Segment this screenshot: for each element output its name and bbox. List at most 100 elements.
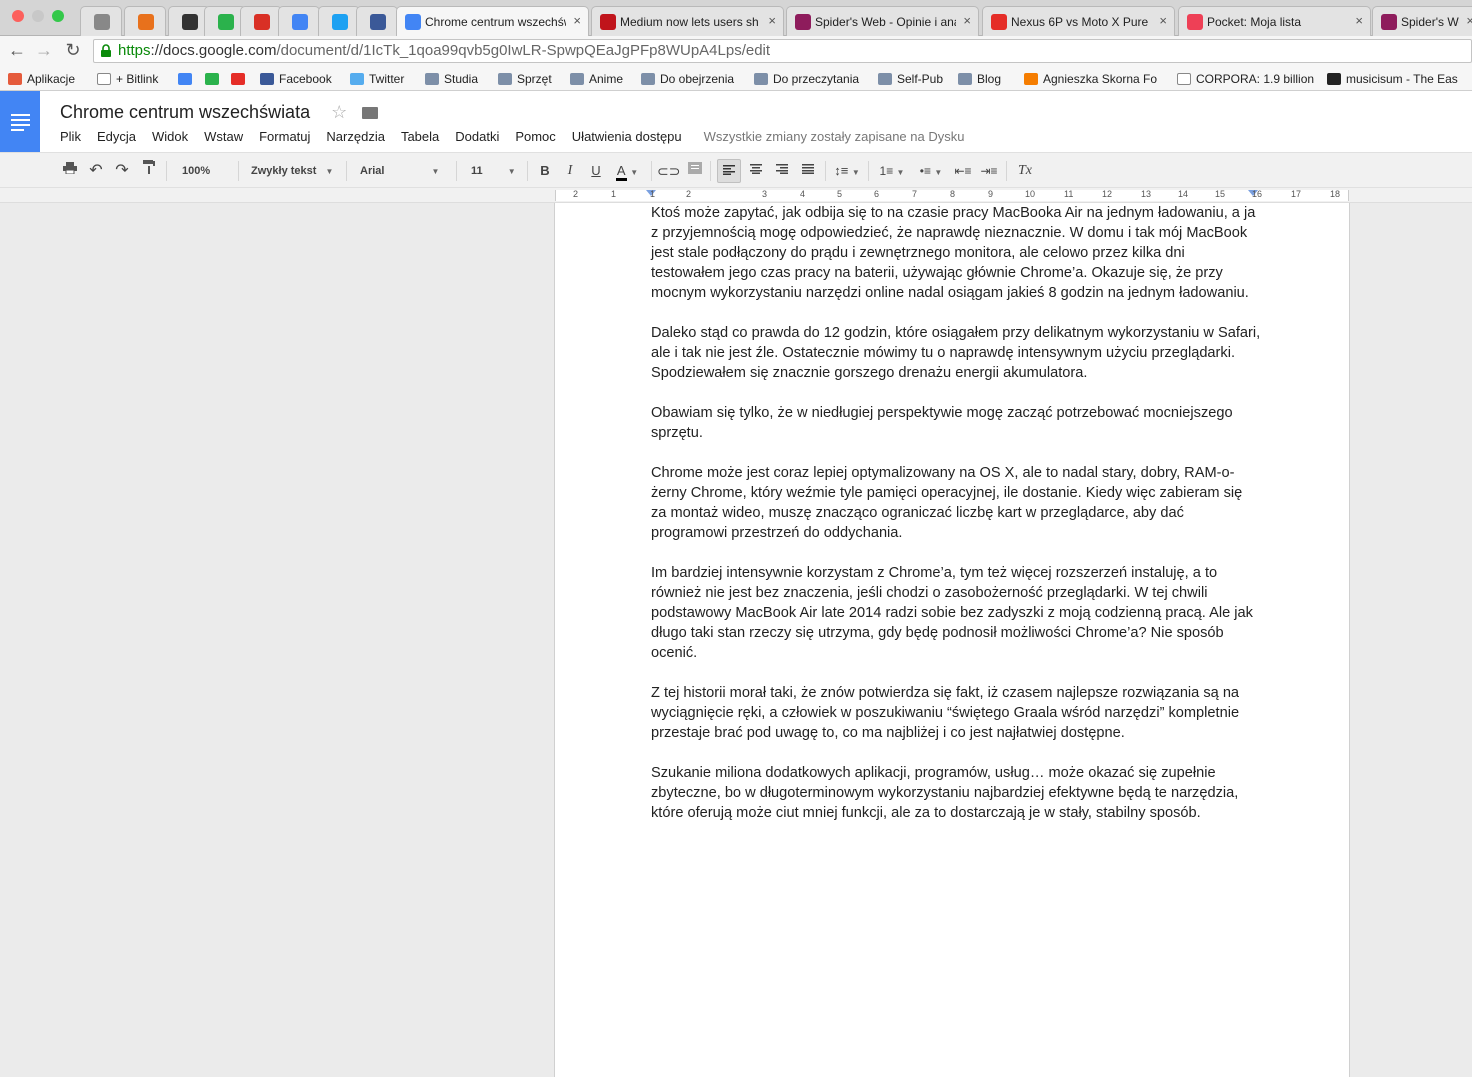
bookmark-item[interactable]: Blog	[958, 71, 1001, 87]
paragraph[interactable]: Daleko stąd co prawda do 12 godzin, któr…	[651, 323, 1261, 383]
browser-tab[interactable]	[356, 6, 398, 36]
align-center-button[interactable]	[745, 159, 767, 183]
bookmark-item[interactable]: Facebook	[260, 71, 332, 87]
tab-title: Nexus 6P vs Moto X Pure E	[1011, 15, 1152, 29]
comment-icon[interactable]	[685, 159, 705, 183]
bookmark-item[interactable]: musicisum - The Eas	[1327, 71, 1458, 87]
font-size-select[interactable]: 11 ▼	[471, 159, 521, 183]
ruler-tick: 2	[686, 189, 692, 199]
browser-tab[interactable]: Medium now lets users sh ×	[591, 6, 784, 36]
align-left-button[interactable]	[717, 159, 741, 183]
redo-icon[interactable]: ↷	[112, 159, 132, 183]
underline-button[interactable]: U	[587, 159, 605, 183]
menu-7[interactable]: Dodatki	[455, 129, 499, 144]
paragraph[interactable]: Obawiam się tylko, że w niedługiej persp…	[651, 403, 1261, 443]
numbered-list-icon[interactable]: 1≡ ▼	[875, 159, 909, 183]
font-select[interactable]: Arial ▼	[360, 159, 444, 183]
menu-0[interactable]: Plik	[60, 129, 81, 144]
forward-icon[interactable]: →	[33, 40, 55, 61]
reload-icon[interactable]: ↻	[62, 40, 84, 61]
bookmark-item[interactable]: Sprzęt	[498, 71, 552, 87]
omnibox[interactable]: https://docs.google.com/document/d/1IcTk…	[93, 39, 1472, 63]
close-tab-icon[interactable]: ×	[963, 13, 971, 28]
document-body[interactable]: Ktoś może zapytać, jak odbija się to na …	[651, 203, 1261, 843]
minimize-window-button[interactable]	[32, 10, 44, 22]
menu-8[interactable]: Pomoc	[515, 129, 555, 144]
bookmark-item[interactable]: Studia	[425, 71, 478, 87]
bookmark-item[interactable]	[231, 71, 250, 87]
paragraph[interactable]: Z tej historii morał taki, że znów potwi…	[651, 683, 1261, 743]
browser-tab[interactable]	[80, 6, 122, 36]
bookmark-item[interactable]	[205, 71, 224, 87]
bookmark-item[interactable]: Self-Pub	[878, 71, 943, 87]
menu-bar: Plik Edycja Widok Wstaw Formatuj Narzędzia Tab…	[60, 129, 980, 144]
bookmark-item[interactable]: CORPORA: 1.9 billion	[1177, 71, 1314, 87]
bulleted-list-icon[interactable]: •≡ ▼	[914, 159, 948, 183]
bookmark-item[interactable]: Do obejrzenia	[641, 71, 734, 87]
clear-formatting-button[interactable]: Tx	[1014, 159, 1036, 183]
close-tab-icon[interactable]: ×	[1355, 13, 1363, 28]
doc-title[interactable]: Chrome centrum wszechświata ☆	[60, 102, 379, 123]
print-icon[interactable]	[60, 159, 80, 183]
style-select[interactable]: Zwykły tekst ▼	[251, 159, 339, 183]
increase-indent-icon[interactable]: ⇥≡	[979, 159, 999, 183]
bookmark-item[interactable]: + Bitlink	[97, 71, 158, 87]
menu-6[interactable]: Tabela	[401, 129, 439, 144]
close-window-button[interactable]	[12, 10, 24, 22]
zoom-window-button[interactable]	[52, 10, 64, 22]
browser-tab[interactable]	[124, 6, 166, 36]
paragraph[interactable]: Ktoś może zapytać, jak odbija się to na …	[651, 203, 1261, 303]
back-icon[interactable]: ←	[6, 40, 28, 61]
bookmark-label: + Bitlink	[116, 72, 159, 86]
star-icon[interactable]: ☆	[331, 102, 347, 122]
paragraph[interactable]: Chrome może jest coraz lepiej optymalizo…	[651, 463, 1261, 543]
paint-format-icon[interactable]	[139, 159, 159, 183]
bookmark-item[interactable]: Aplikacje	[8, 71, 75, 87]
bookmark-item[interactable]: Twitter	[350, 71, 404, 87]
paragraph[interactable]: Im bardziej intensywnie korzystam z Chro…	[651, 563, 1261, 663]
close-tab-icon[interactable]: ×	[1159, 13, 1167, 28]
save-status[interactable]: Wszystkie zmiany zostały zapisane na Dys…	[704, 129, 965, 144]
browser-tab[interactable]: Spider's Web - Opinie i ana ×	[786, 6, 979, 36]
tab-title: Spider's Web -	[1401, 15, 1459, 29]
close-tab-icon[interactable]: ×	[573, 13, 581, 28]
bookmark-item[interactable]: Agnieszka Skorna Fo	[1024, 71, 1157, 87]
browser-tab[interactable]: Spider's Web - ×	[1372, 6, 1472, 36]
ruler: 2 1 1 2 3 4 5 6 7 8 9 10 11 12 13 14 15 16 17 18	[0, 188, 1472, 203]
bookmark-item[interactable]: Anime	[570, 71, 623, 87]
doc-title-text[interactable]: Chrome centrum wszechświata	[60, 102, 310, 122]
line-spacing-icon[interactable]: ↕≡ ▼	[832, 159, 862, 183]
bookmark-item[interactable]	[178, 71, 197, 87]
facebook-icon	[260, 73, 274, 85]
justify-button[interactable]	[797, 159, 819, 183]
close-tab-icon[interactable]: ×	[1466, 13, 1472, 28]
ruler-tick: 16	[1252, 189, 1263, 199]
bold-button[interactable]: B	[536, 159, 554, 183]
folder-icon[interactable]	[362, 107, 379, 119]
close-tab-icon[interactable]: ×	[768, 13, 776, 28]
undo-icon[interactable]: ↶	[86, 159, 106, 183]
browser-tab[interactable]	[240, 6, 282, 36]
menu-3[interactable]: Wstaw	[204, 129, 243, 144]
browser-tab[interactable]	[318, 6, 360, 36]
menu-9[interactable]: Ułatwienia dostępu	[572, 129, 682, 144]
browser-tab[interactable]	[278, 6, 320, 36]
url-host: ://docs.google.com	[150, 42, 277, 59]
decrease-indent-icon[interactable]: ⇤≡	[953, 159, 973, 183]
browser-tab[interactable]: Pocket: Moja lista ×	[1178, 6, 1371, 36]
menu-1[interactable]: Edycja	[97, 129, 136, 144]
menu-5[interactable]: Narzędzia	[326, 129, 385, 144]
zoom-select[interactable]: 100% ▼	[182, 159, 232, 200]
text-color-button[interactable]: A ▼	[612, 159, 642, 183]
browser-tab[interactable]: Chrome centrum wszechśw ×	[396, 6, 589, 36]
bookmark-item[interactable]: Do przeczytania	[754, 71, 859, 87]
browser-tab[interactable]: Nexus 6P vs Moto X Pure E ×	[982, 6, 1175, 36]
link-icon[interactable]: ⊂⊃	[657, 159, 680, 183]
menu-4[interactable]: Formatuj	[259, 129, 310, 144]
paragraph[interactable]: Szukanie miliona dodatkowych aplikacji, …	[651, 763, 1261, 823]
bookmark-label: Do przeczytania	[773, 72, 860, 86]
align-right-button[interactable]	[771, 159, 793, 183]
docs-home-icon[interactable]	[0, 91, 40, 152]
menu-2[interactable]: Widok	[152, 129, 188, 144]
italic-button[interactable]: I	[561, 159, 579, 183]
